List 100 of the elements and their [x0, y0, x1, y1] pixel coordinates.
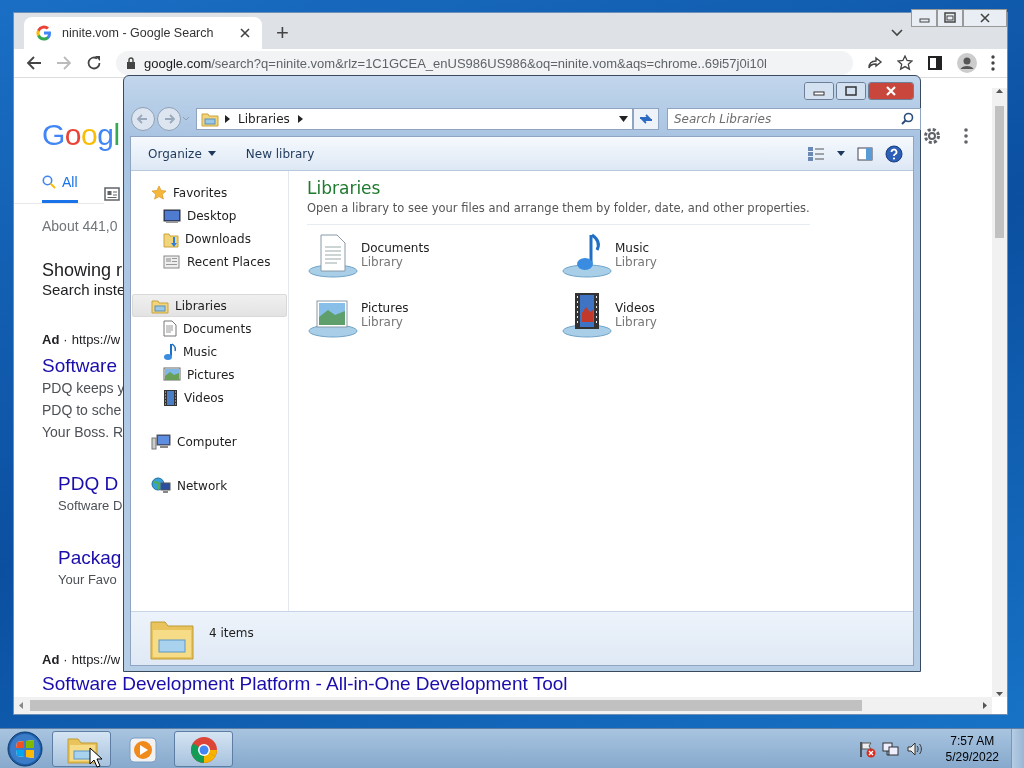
sitelink-title[interactable]: Packag: [58, 547, 122, 569]
sitelink-title[interactable]: PDQ D: [58, 473, 119, 495]
close-icon[interactable]: [240, 28, 250, 38]
mouse-cursor-icon: [89, 747, 103, 768]
browser-tab[interactable]: ninite.vom - Google Search: [24, 17, 262, 49]
scrollbar-thumb[interactable]: [30, 700, 862, 711]
news-icon[interactable]: [104, 187, 120, 201]
refresh-icon: [638, 111, 654, 126]
chevron-icon[interactable]: [225, 114, 230, 123]
address-bar[interactable]: Libraries: [196, 107, 633, 130]
search-icon[interactable]: [901, 112, 914, 125]
showing-results-text: Showing r: [42, 260, 123, 281]
nav-item[interactable]: Downloads: [132, 227, 287, 250]
help-icon[interactable]: [885, 144, 903, 163]
search-icon: [42, 175, 56, 189]
refresh-button[interactable]: [633, 107, 659, 130]
scrollbar-thumb[interactable]: [995, 106, 1004, 238]
new-tab-button[interactable]: +: [270, 17, 295, 49]
scroll-up-icon[interactable]: [995, 88, 1004, 94]
side-panel-icon[interactable]: [927, 55, 943, 71]
restore-icon[interactable]: [937, 9, 963, 27]
nav-item[interactable]: Favorites: [132, 181, 287, 204]
nav-item[interactable]: Computer: [132, 430, 287, 453]
page-description: Open a library to see your files and arrange them by folder, date, and other properties.: [307, 201, 810, 225]
star-icon: [151, 184, 167, 201]
result-url[interactable]: https://w: [71, 332, 121, 347]
search-field[interactable]: Search Libraries: [667, 107, 921, 130]
chevron-icon[interactable]: [297, 114, 303, 123]
menu-icon[interactable]: [991, 55, 995, 71]
nav-item[interactable]: Videos: [132, 386, 287, 409]
music-library-icon[interactable]: [561, 231, 613, 279]
flag-alert-icon[interactable]: [857, 739, 876, 758]
scroll-left-icon[interactable]: [18, 701, 24, 710]
sitelink-snippet: Software D: [58, 497, 123, 515]
nav-item[interactable]: Network: [132, 474, 287, 497]
document-icon: [163, 320, 177, 337]
result-title[interactable]: Software Development Platform - All-in-One Development Tool: [42, 673, 568, 695]
caret-icon[interactable]: [837, 151, 845, 156]
view-options-icon[interactable]: [807, 145, 825, 162]
close-icon[interactable]: [868, 81, 914, 100]
nav-item[interactable]: Pictures: [132, 363, 287, 386]
maximize-icon[interactable]: [836, 81, 866, 100]
picture-icon: [163, 367, 181, 382]
dropdown-icon[interactable]: [619, 115, 628, 122]
search-tab[interactable]: All: [42, 174, 78, 190]
nav-item[interactable]: Recent Places: [132, 250, 287, 273]
video-library-icon[interactable]: [561, 291, 613, 339]
nav-item[interactable]: Documents: [132, 317, 287, 340]
library-name[interactable]: Videos: [615, 301, 657, 315]
result-url[interactable]: https://w: [71, 652, 121, 667]
nav-item[interactable]: Music: [132, 340, 287, 363]
network-icon[interactable]: [881, 739, 900, 758]
result-snippet: PDQ to sche: [42, 401, 122, 420]
taskbar-button[interactable]: [174, 730, 233, 767]
library-type: Library: [361, 255, 404, 269]
chevron-icon[interactable]: [891, 29, 903, 37]
library-name[interactable]: Documents: [361, 241, 430, 255]
library-type: Library: [615, 255, 657, 269]
library-icon: [151, 297, 169, 314]
desktop-icon: [163, 207, 181, 224]
library-name[interactable]: Pictures: [361, 301, 409, 315]
horizontal-scrollbar[interactable]: [14, 697, 992, 714]
toolbar-button[interactable]: New library: [245, 146, 315, 161]
library-name[interactable]: Music: [615, 241, 657, 255]
ad-label: Ad: [42, 332, 60, 347]
network-icon: [151, 477, 171, 494]
result-title[interactable]: Software: [42, 355, 117, 377]
dot-separator: ·: [63, 652, 68, 667]
breadcrumb-item[interactable]: Libraries: [238, 111, 290, 126]
google-logo[interactable]: Googl: [42, 118, 120, 152]
menu-icon[interactable]: [964, 128, 968, 144]
result-stats: About 441,0: [42, 218, 118, 234]
url-text: google.com/search?q=ninite.vom&rlz=1C1GCEA_enUS986US986&oq=ninite.vom&aqs=chrome..69i57j0i10l: [144, 55, 767, 71]
library-type: Library: [615, 315, 657, 329]
music-note-icon: [163, 342, 177, 361]
page-heading: Libraries: [307, 178, 382, 198]
item-count: 4 items: [209, 626, 254, 642]
clock-date: 5/29/2022: [945, 748, 999, 765]
share-icon[interactable]: [867, 55, 883, 71]
library-icon: [201, 110, 219, 127]
address-bar[interactable]: google.com/search?q=ninite.vom&rlz=1C1GCEA_enUS986US986&oq=ninite.vom&aqs=chrome..69i57j0i10l: [116, 51, 853, 75]
ad-label: Ad: [42, 652, 60, 667]
scroll-down-icon[interactable]: [995, 691, 1004, 697]
bookmark-star-icon[interactable]: [897, 55, 913, 71]
preview-pane-icon[interactable]: [857, 146, 873, 161]
minimize-icon[interactable]: [804, 81, 834, 100]
vertical-scrollbar[interactable]: [992, 88, 1007, 697]
profile-icon[interactable]: [957, 53, 977, 73]
nav-item[interactable]: Desktop: [132, 204, 287, 227]
reload-icon[interactable]: [86, 55, 102, 71]
back-icon[interactable]: [26, 55, 42, 71]
recent-places-icon: [163, 253, 181, 270]
organize-button[interactable]: Organize: [148, 146, 216, 161]
clock[interactable]: 7:57 AM 5/29/2022: [945, 732, 999, 765]
caret-icon: [207, 151, 216, 156]
scroll-right-icon[interactable]: [982, 701, 988, 710]
nav-item[interactable]: Libraries: [132, 294, 287, 317]
clock-time: 7:57 AM: [950, 732, 995, 749]
library-type: Library: [361, 315, 404, 329]
settings-icon[interactable]: [922, 126, 942, 146]
